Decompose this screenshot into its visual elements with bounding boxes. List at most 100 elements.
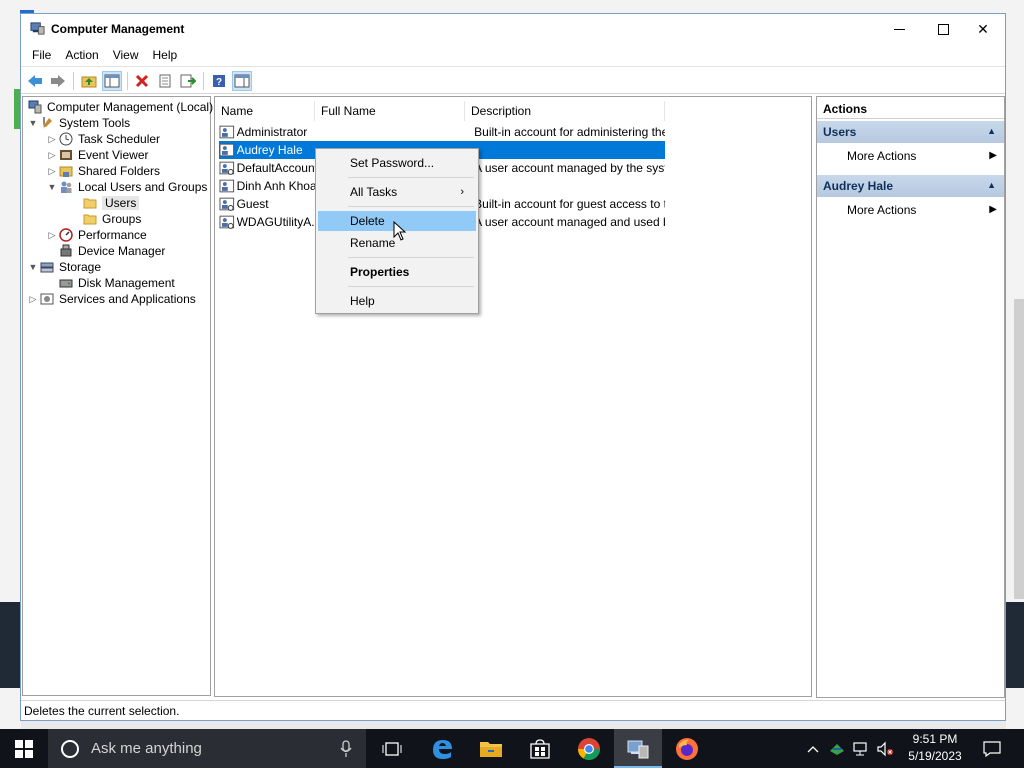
actions-section-users[interactable]: Users ▲ — [817, 121, 1004, 143]
show-hide-action-pane-button[interactable] — [232, 71, 252, 91]
performance-icon — [58, 227, 74, 243]
column-label: Name — [221, 104, 254, 118]
taskbar-edge-button[interactable] — [418, 729, 466, 768]
menu-action[interactable]: Action — [58, 48, 105, 62]
tree-item-system-tools[interactable]: ▼ System Tools — [27, 115, 131, 131]
back-button[interactable] — [25, 71, 45, 91]
show-hide-console-tree-button[interactable] — [102, 71, 122, 91]
chevron-right-icon[interactable]: ▷ — [27, 291, 39, 307]
taskbar-search-box[interactable]: Ask me anything — [48, 729, 366, 768]
export-list-icon — [180, 74, 196, 88]
minimize-button[interactable] — [877, 14, 921, 44]
tree-item-users[interactable]: Users — [82, 195, 140, 211]
column-label: Description — [471, 104, 532, 118]
menu-item-set-password[interactable]: Set Password... — [318, 153, 476, 173]
menu-file[interactable]: File — [25, 48, 58, 62]
tree-item-local-users-and-groups[interactable]: ▼ Local Users and Groups — [46, 179, 208, 195]
taskbar-chrome-button[interactable] — [565, 729, 613, 768]
actions-section-audrey-hale[interactable]: Audrey Hale ▲ — [817, 175, 1004, 197]
close-icon: ✕ — [977, 20, 989, 37]
more-actions-users[interactable]: More Actions ▶ — [847, 149, 997, 167]
taskbar-firefox-button[interactable] — [663, 729, 711, 768]
show-hidden-icons-button[interactable] — [802, 729, 824, 768]
export-list-button[interactable] — [178, 71, 198, 91]
clock-date: 5/19/2023 — [908, 749, 962, 763]
user-account-icon — [219, 197, 235, 211]
forward-arrow-icon — [51, 75, 65, 87]
menu-item-label: All Tasks — [350, 185, 398, 199]
forward-button[interactable] — [48, 71, 68, 91]
menu-separator — [348, 177, 474, 178]
taskbar-clock[interactable]: 9:51 PM 5/19/2023 — [898, 731, 972, 765]
collapse-up-icon[interactable]: ▲ — [987, 126, 996, 136]
tree-item-storage[interactable]: ▼ Storage — [27, 259, 102, 275]
tree-item-services-and-applications[interactable]: ▷ Services and Applications — [27, 291, 196, 307]
user-account-icon — [219, 161, 235, 175]
chevron-right-icon[interactable]: ▷ — [46, 163, 58, 179]
folder-icon — [82, 195, 98, 211]
tree-item-performance[interactable]: ▷ Performance — [46, 227, 147, 243]
column-header-full-name[interactable]: Full Name — [315, 101, 465, 121]
taskbar-file-explorer-button[interactable] — [467, 729, 515, 768]
delete-button[interactable] — [132, 71, 152, 91]
menu-item-all-tasks[interactable]: All Tasks › — [318, 182, 476, 202]
table-row[interactable]: Administrator Built-in account for admin… — [219, 123, 665, 141]
cortana-circle-icon — [61, 739, 79, 758]
toolbar-separator — [127, 72, 128, 90]
chevron-right-icon[interactable]: ▷ — [46, 227, 58, 243]
tray-network-button[interactable] — [850, 729, 872, 768]
tree-item-groups[interactable]: Groups — [82, 211, 141, 227]
device-manager-icon — [58, 243, 74, 259]
tree-item-shared-folders[interactable]: ▷ Shared Folders — [46, 163, 161, 179]
tree-item-task-scheduler[interactable]: ▷ Task Scheduler — [46, 131, 161, 147]
up-one-level-button[interactable] — [79, 71, 99, 91]
close-button[interactable]: ✕ — [961, 14, 1005, 44]
chevron-right-icon[interactable]: ▷ — [46, 131, 58, 147]
tree-label: Disk Management — [78, 276, 175, 290]
title-bar[interactable]: Computer Management ✕ — [21, 14, 1005, 44]
tree-item-disk-management[interactable]: Disk Management — [58, 275, 175, 291]
disk-icon — [58, 275, 74, 291]
properties-button[interactable] — [155, 71, 175, 91]
chevron-down-icon[interactable]: ▼ — [27, 259, 39, 275]
taskbar-computer-management-button[interactable] — [614, 729, 662, 768]
volume-muted-icon — [877, 741, 893, 756]
menu-item-properties[interactable]: Properties — [318, 262, 476, 282]
chevron-down-icon[interactable]: ▼ — [27, 115, 39, 131]
tree-item-computer-management[interactable]: Computer Management (Local) — [27, 99, 213, 115]
tree-label: Shared Folders — [78, 164, 161, 178]
action-center-button[interactable] — [977, 729, 1007, 768]
taskbar-store-button[interactable] — [516, 729, 564, 768]
toolbar-separator — [73, 72, 74, 90]
microphone-icon[interactable] — [340, 739, 352, 758]
menu-item-help[interactable]: Help — [318, 291, 476, 311]
tree-item-device-manager[interactable]: Device Manager — [58, 243, 165, 259]
taskbar: Ask me anything 9:51 PM 5/19/2023 — [0, 729, 1024, 768]
firefox-icon — [676, 737, 698, 760]
column-header-name[interactable]: Name — [215, 101, 315, 121]
task-view-button[interactable] — [368, 729, 416, 768]
clock-time: 9:51 PM — [912, 732, 958, 746]
help-button[interactable]: ? — [209, 71, 229, 91]
computer-management-icon — [30, 22, 45, 35]
user-name: Administrator — [236, 125, 308, 139]
tree-label: Users — [102, 196, 140, 210]
column-header-description[interactable]: Description — [465, 101, 665, 121]
collapse-up-icon[interactable]: ▲ — [987, 180, 996, 190]
tray-network-app-icon[interactable] — [826, 729, 848, 768]
tree-label: Local Users and Groups — [78, 180, 208, 194]
menu-view[interactable]: View — [106, 48, 146, 62]
maximize-button[interactable] — [921, 14, 965, 44]
chevron-down-icon[interactable]: ▼ — [46, 179, 58, 195]
chevron-right-icon[interactable]: ▷ — [46, 147, 58, 163]
more-actions-label: More Actions — [847, 149, 917, 163]
more-actions-audrey-hale[interactable]: More Actions ▶ — [847, 203, 997, 221]
user-account-icon — [219, 215, 235, 229]
tree-label: Event Viewer — [78, 148, 149, 162]
tray-volume-button[interactable] — [874, 729, 896, 768]
user-description: Built-in account for administering the .… — [474, 125, 665, 139]
menu-help[interactable]: Help — [146, 48, 185, 62]
start-button[interactable] — [0, 729, 48, 768]
action-pane-icon — [234, 74, 250, 88]
tree-item-event-viewer[interactable]: ▷ Event Viewer — [46, 147, 149, 163]
